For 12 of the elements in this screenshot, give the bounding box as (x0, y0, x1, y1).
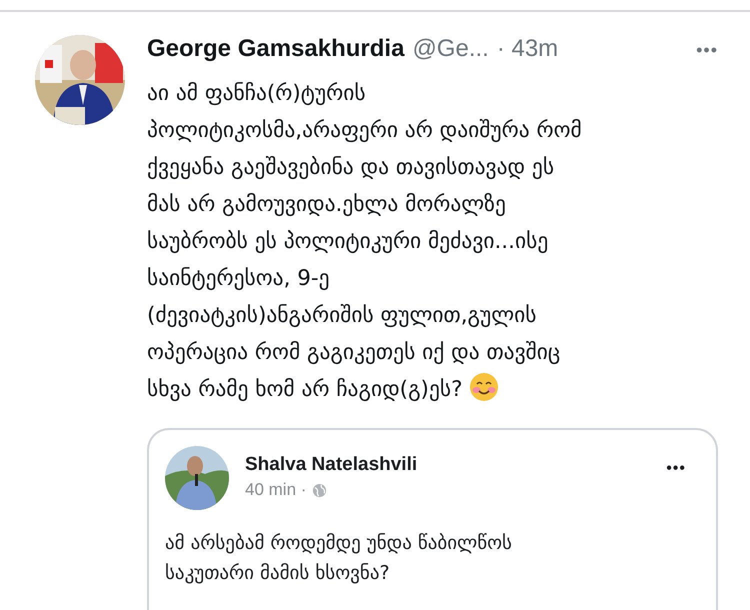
more-options-button[interactable]: ••• (666, 446, 686, 478)
tweet-text: აი ამ ფანჩა(რ)ტურის პოლიტიკოსმა,არაფერი არ დაიშურა რომ ქვეყანა გაეშავებინა და თავისთავად ეს მას არ გამოუვიდა.ეხლა მორალზე საუბრობს ეს პოლიტიკური მეძავი...ისე საინტერესოა, 9-ე (ძევიატკის)ანგარიშის ფულით,გულის ოპერაცია რომ გაგიკეთეს იქ და თავშიც სხვა რამე ხომ არ ჩაგიდ(გ)ეს? (147, 80, 583, 404)
quoted-post-card[interactable]: Shalva Natelashvili 40 min · ••• ამ არსებამ როდემდე უნდა წაბილწოს საკუთარი მამის ხსოვნა? (147, 428, 718, 610)
post-time: · 43m (496, 35, 558, 63)
post-text: ამ არსებამ როდემდე უნდა წაბილწოს საკუთარი მამის ხსოვნა? (165, 531, 513, 586)
more-options-button[interactable]: ••• (696, 40, 718, 61)
globe-icon (312, 482, 328, 498)
author-handle: @Ge... (412, 35, 489, 63)
author-name[interactable]: Shalva Natelashvili (245, 454, 650, 476)
smiling-face-icon (468, 372, 499, 402)
post-time: 40 min · (245, 480, 306, 500)
author-name[interactable]: George Gamsakhurdia (147, 35, 404, 63)
